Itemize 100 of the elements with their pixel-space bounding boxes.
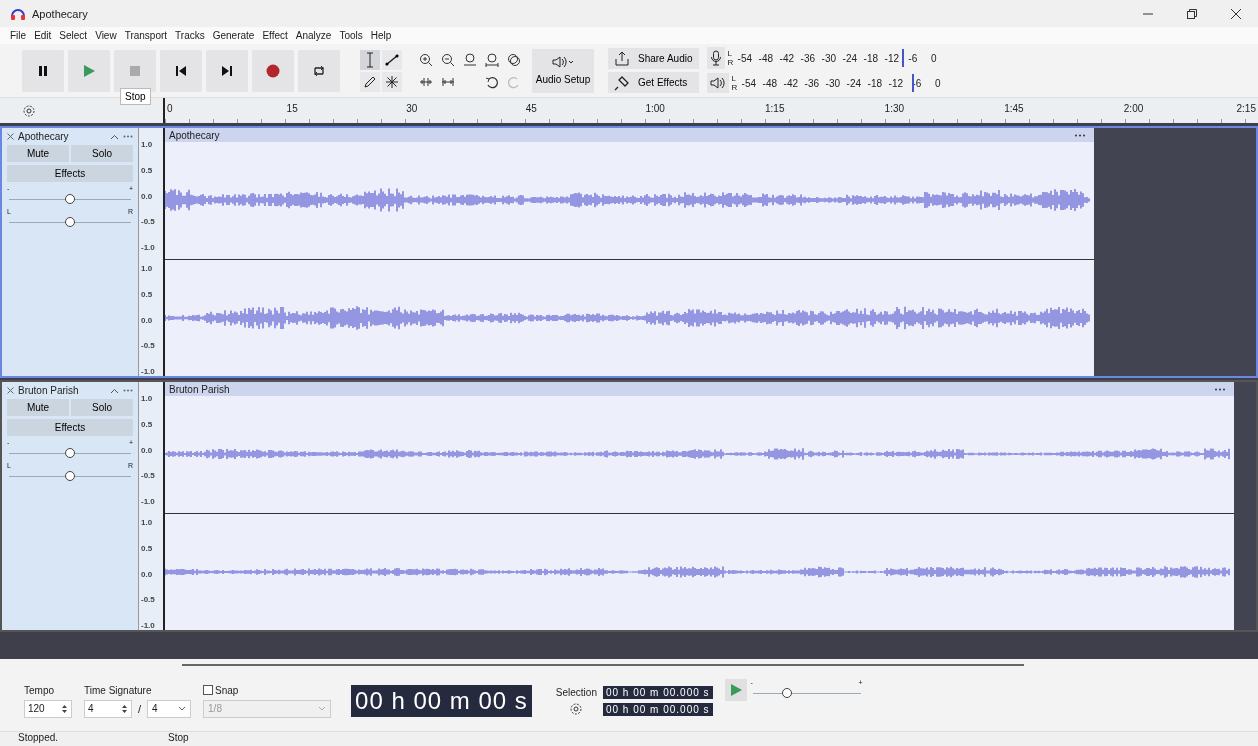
play-icon bbox=[728, 683, 743, 697]
selection-tool-button[interactable] bbox=[360, 49, 380, 70]
collapse-icon[interactable] bbox=[110, 387, 119, 394]
menu-item[interactable]: Tracks bbox=[175, 30, 205, 41]
amplitude-label: 1.0 bbox=[141, 518, 154, 527]
menu-item[interactable]: Select bbox=[59, 30, 88, 41]
menu-item[interactable]: Analyze bbox=[295, 30, 332, 41]
meter-tick-label: -12 bbox=[883, 52, 900, 64]
track-name[interactable]: Bruton Parish bbox=[18, 385, 106, 396]
menu-item[interactable]: Help bbox=[370, 30, 392, 41]
slider-thumb[interactable] bbox=[782, 688, 793, 698]
redo-icon bbox=[507, 74, 521, 89]
level-meter[interactable]: -54 -48 -42 -36 -30 -24 -18 -12 -6 0 bbox=[736, 48, 947, 68]
mute-button[interactable]: Mute bbox=[7, 399, 69, 416]
slider-thumb[interactable] bbox=[65, 217, 75, 227]
menu-item[interactable]: File bbox=[10, 30, 27, 41]
separator: / bbox=[138, 702, 142, 715]
spinner-arrows-icon[interactable] bbox=[61, 702, 68, 715]
multi-tool-button[interactable] bbox=[382, 71, 402, 92]
solo-button[interactable]: Solo bbox=[71, 399, 133, 416]
menu-item[interactable]: Edit bbox=[34, 30, 52, 41]
window-title: Apothecary bbox=[32, 7, 88, 20]
time-signature-label: Time Signature bbox=[84, 684, 153, 696]
more-icon[interactable] bbox=[123, 135, 133, 138]
mute-button[interactable]: Mute bbox=[7, 145, 69, 162]
status-text: Stop bbox=[168, 732, 189, 745]
amplitude-label: 0.0 bbox=[141, 191, 154, 201]
more-icon[interactable] bbox=[1074, 133, 1086, 137]
channel-label: R bbox=[731, 83, 738, 92]
get-effects-button[interactable]: Get Effects bbox=[608, 72, 699, 93]
magnifier-icon bbox=[485, 52, 499, 67]
loop-button[interactable] bbox=[298, 49, 340, 92]
restore-icon[interactable] bbox=[1186, 7, 1198, 20]
meter-tick-label: -48 bbox=[757, 52, 774, 64]
skip-to-end-button[interactable] bbox=[206, 49, 248, 92]
more-icon[interactable] bbox=[123, 389, 133, 392]
selection-start-time[interactable]: 00 h 00 m 00.000 s bbox=[602, 686, 713, 699]
collapse-icon[interactable] bbox=[110, 133, 119, 140]
amplitude-label: -0.5 bbox=[141, 595, 156, 605]
skip-to-start-button[interactable] bbox=[160, 49, 202, 92]
audio-clip[interactable]: Apothecary bbox=[165, 128, 1094, 376]
beats-field[interactable]: 4 bbox=[84, 699, 132, 718]
more-icon[interactable] bbox=[1214, 387, 1226, 391]
envelope-line-icon bbox=[384, 51, 400, 68]
microphone-icon[interactable] bbox=[706, 47, 725, 69]
menu-item[interactable]: Effect bbox=[262, 30, 288, 41]
settings-icon[interactable] bbox=[22, 103, 36, 118]
play-icon bbox=[82, 63, 96, 78]
menu-item[interactable]: Tools bbox=[339, 30, 363, 41]
slider-thumb[interactable] bbox=[65, 448, 75, 458]
audio-clip[interactable]: Bruton Parish bbox=[165, 382, 1234, 630]
settings-icon[interactable] bbox=[569, 702, 584, 716]
track-name[interactable]: Apothecary bbox=[18, 131, 106, 142]
menu-item[interactable]: Generate bbox=[212, 30, 255, 41]
meter-tick-label: -30 bbox=[824, 77, 841, 89]
tempo-field[interactable]: 120 bbox=[24, 699, 72, 718]
chevron-down-icon bbox=[318, 706, 327, 711]
envelope-tool-button[interactable] bbox=[382, 49, 402, 70]
amplitude-label: 0.5 bbox=[141, 543, 154, 553]
time-display[interactable]: 00 h 00 m 00 s bbox=[351, 685, 532, 717]
slider-thumb[interactable] bbox=[65, 471, 75, 481]
meter-tick-label: 0 bbox=[930, 52, 938, 64]
selection-end-time[interactable]: 00 h 00 m 00.000 s bbox=[602, 702, 713, 716]
play-at-speed-button[interactable] bbox=[724, 679, 747, 701]
upload-icon bbox=[614, 50, 630, 67]
pause-button[interactable] bbox=[22, 49, 64, 92]
close-icon[interactable] bbox=[1230, 7, 1242, 20]
clip-title: Bruton Parish bbox=[169, 383, 230, 395]
audio-setup-button[interactable]: Audio Setup bbox=[532, 48, 594, 93]
amplitude-label: -1.0 bbox=[141, 621, 156, 630]
spinner-arrows-icon[interactable] bbox=[121, 702, 128, 715]
effects-button[interactable]: Effects bbox=[7, 165, 133, 182]
record-button[interactable] bbox=[252, 49, 294, 92]
meter-tick-label: -12 bbox=[887, 77, 904, 89]
beat-unit-dropdown[interactable]: 4 bbox=[147, 699, 192, 718]
solo-button[interactable]: Solo bbox=[71, 145, 133, 162]
asterisk-icon bbox=[385, 74, 399, 89]
level-meter[interactable]: -54 -48 -42 -36 -30 -24 -18 -12 -6 0 bbox=[740, 73, 951, 93]
speaker-icon bbox=[552, 56, 574, 68]
amplitude-label: -0.5 bbox=[141, 341, 156, 351]
meter-tick-label: -18 bbox=[866, 77, 883, 89]
snap-checkbox[interactable]: Snap bbox=[203, 684, 332, 696]
amplitude-label: 1.0 bbox=[141, 264, 154, 273]
draw-tool-button[interactable] bbox=[360, 71, 380, 92]
horizontal-scrollbar[interactable] bbox=[182, 664, 1024, 666]
speaker-icon[interactable] bbox=[706, 73, 729, 93]
meter-tick-label: -42 bbox=[782, 77, 799, 89]
share-audio-button[interactable]: Share Audio bbox=[608, 48, 699, 69]
effects-button[interactable]: Effects bbox=[7, 419, 133, 436]
meter-tick-label: -6 bbox=[911, 77, 923, 89]
meter-tick-label: 0 bbox=[934, 77, 942, 89]
channel-label: R bbox=[727, 58, 734, 67]
amplitude-label: 0.5 bbox=[141, 419, 154, 429]
menu-item[interactable]: Transport bbox=[124, 30, 168, 41]
amplitude-label: 0.0 bbox=[141, 315, 154, 325]
menu-item[interactable]: View bbox=[95, 30, 117, 41]
record-icon bbox=[266, 63, 280, 78]
meter-tick-label: -36 bbox=[803, 77, 820, 89]
timeline-ruler[interactable]: 0 15 30 45 1:00 1:15 1:30 1:45 2:00 2:15 bbox=[163, 98, 1258, 123]
slider-thumb[interactable] bbox=[65, 194, 75, 204]
